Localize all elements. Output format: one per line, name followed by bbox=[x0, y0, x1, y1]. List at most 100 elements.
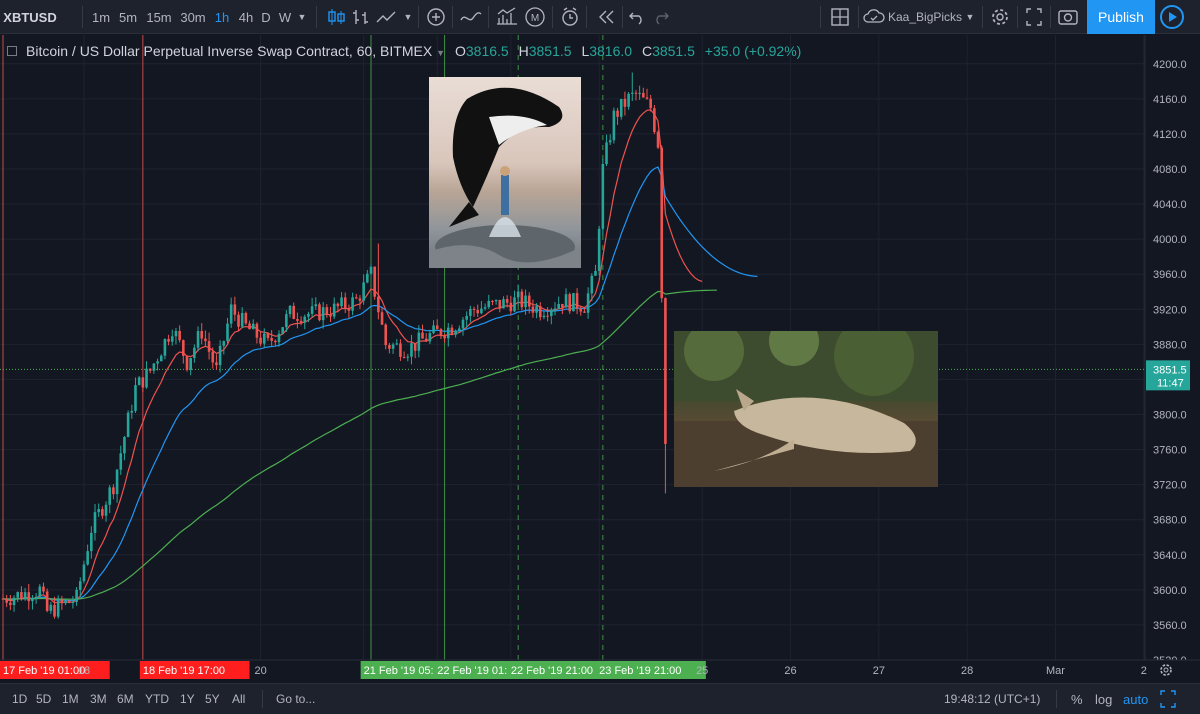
candle-body bbox=[362, 282, 365, 301]
candle bbox=[145, 361, 148, 389]
play-icon[interactable] bbox=[1160, 5, 1184, 29]
candle bbox=[594, 264, 597, 276]
interval-4h[interactable]: 4h bbox=[236, 0, 256, 34]
candle bbox=[126, 410, 130, 438]
legend-chevron-down-icon[interactable]: ▼ bbox=[436, 48, 445, 58]
time-tick-label: 18 bbox=[78, 665, 90, 677]
range-1y[interactable]: 1Y bbox=[180, 684, 195, 714]
candle-body bbox=[553, 308, 557, 310]
range-all[interactable]: All bbox=[232, 684, 245, 714]
candle bbox=[159, 354, 163, 362]
candle bbox=[373, 266, 376, 300]
goto-button[interactable]: Go to... bbox=[276, 684, 315, 714]
candle-body bbox=[395, 343, 399, 345]
user-name[interactable]: Kaa_BigPicks bbox=[888, 0, 962, 34]
interval-5m[interactable]: 5m bbox=[117, 0, 139, 34]
redo-icon[interactable] bbox=[650, 0, 672, 34]
interval-15m[interactable]: 15m bbox=[145, 0, 173, 34]
candle bbox=[303, 314, 307, 330]
candles-icon[interactable] bbox=[324, 0, 348, 34]
interval-1m[interactable]: 1m bbox=[90, 0, 112, 34]
interval-1h[interactable]: 1h bbox=[212, 0, 232, 34]
user-chevron-down-icon[interactable]: ▼ bbox=[964, 0, 976, 34]
percent-toggle[interactable]: % bbox=[1071, 684, 1083, 714]
candle bbox=[137, 375, 141, 386]
fullscreen-icon[interactable] bbox=[1022, 0, 1046, 34]
clock[interactable]: 19:48:12 (UTC+1) bbox=[944, 684, 1040, 714]
candle bbox=[321, 301, 325, 329]
auto-toggle[interactable]: auto bbox=[1123, 684, 1148, 714]
candle-body bbox=[277, 333, 281, 343]
candle-body bbox=[421, 332, 424, 339]
candle-body bbox=[163, 339, 167, 356]
candle bbox=[619, 98, 623, 120]
line-style-icon[interactable] bbox=[374, 0, 398, 34]
candle-body bbox=[42, 586, 45, 592]
candle-body bbox=[531, 306, 535, 313]
price-chart[interactable]: 4200.0 4160.0 4120.0 4080.0 4040.0 4000.0 3960… bbox=[0, 35, 1200, 680]
candle-body bbox=[307, 313, 310, 317]
interval-dropdown-chevron-down-icon[interactable]: ▼ bbox=[296, 0, 308, 34]
candle-body bbox=[649, 98, 652, 109]
undo-icon[interactable] bbox=[626, 0, 648, 34]
publish-button[interactable]: Publish bbox=[1087, 0, 1155, 34]
candle-body bbox=[82, 564, 86, 582]
range-5y[interactable]: 5Y bbox=[205, 684, 220, 714]
candle-body bbox=[285, 314, 288, 328]
candle bbox=[71, 595, 75, 609]
legend-high: 3851.5 bbox=[528, 43, 572, 59]
expand-icon[interactable] bbox=[1158, 684, 1178, 714]
candle-body bbox=[561, 303, 564, 308]
candle bbox=[435, 319, 439, 330]
compare-icon[interactable] bbox=[458, 0, 484, 34]
candle-body bbox=[619, 98, 623, 117]
candle bbox=[38, 584, 42, 599]
candle-body bbox=[527, 295, 531, 307]
price-tick-label: 4040.0 bbox=[1153, 199, 1187, 211]
range-5d[interactable]: 5D bbox=[36, 684, 51, 714]
candle-body bbox=[86, 551, 89, 565]
add-indicator-icon[interactable] bbox=[424, 0, 448, 34]
candle bbox=[108, 485, 112, 514]
candle-body bbox=[167, 339, 170, 342]
legend-toggle-icon[interactable] bbox=[7, 46, 17, 56]
candle-body bbox=[45, 591, 49, 611]
interval-30m[interactable]: 30m bbox=[179, 0, 207, 34]
candle-body bbox=[207, 341, 211, 352]
bars-icon[interactable] bbox=[350, 0, 372, 34]
candle-body bbox=[53, 604, 56, 617]
alert-icon[interactable] bbox=[558, 0, 582, 34]
interval-d[interactable]: D bbox=[259, 0, 273, 34]
price-tick-label: 3640.0 bbox=[1153, 550, 1187, 562]
price-tick-label: 4160.0 bbox=[1153, 94, 1187, 106]
candle bbox=[237, 311, 240, 331]
layout-icon[interactable] bbox=[828, 0, 852, 34]
candle-body bbox=[38, 586, 42, 597]
settings-icon[interactable] bbox=[988, 0, 1012, 34]
range-6m[interactable]: 6M bbox=[117, 684, 134, 714]
financials-icon[interactable] bbox=[494, 0, 520, 34]
log-toggle[interactable]: log bbox=[1095, 684, 1112, 714]
candle bbox=[487, 294, 491, 309]
range-1d[interactable]: 1D bbox=[12, 684, 27, 714]
toolbar-divider bbox=[858, 6, 859, 28]
chart-style-chevron-down-icon[interactable]: ▼ bbox=[402, 0, 414, 34]
candle bbox=[49, 601, 53, 614]
candle-body bbox=[321, 307, 325, 321]
candle-body bbox=[513, 297, 516, 312]
replay-icon[interactable] bbox=[594, 0, 618, 34]
snapshot-icon[interactable] bbox=[1056, 0, 1080, 34]
candle-body bbox=[152, 363, 156, 371]
candle bbox=[189, 357, 192, 376]
candle-body bbox=[516, 291, 520, 298]
range-1m[interactable]: 1M bbox=[62, 684, 79, 714]
range-ytd[interactable]: YTD bbox=[145, 684, 169, 714]
m-badge-icon[interactable]: M bbox=[523, 0, 547, 34]
cloud-icon[interactable] bbox=[862, 0, 886, 34]
candle bbox=[90, 526, 93, 559]
candle bbox=[645, 88, 649, 100]
interval-w[interactable]: W bbox=[278, 0, 292, 34]
range-3m[interactable]: 3M bbox=[90, 684, 107, 714]
candle bbox=[491, 300, 494, 306]
symbol-search[interactable]: XBTUSD bbox=[3, 0, 56, 34]
